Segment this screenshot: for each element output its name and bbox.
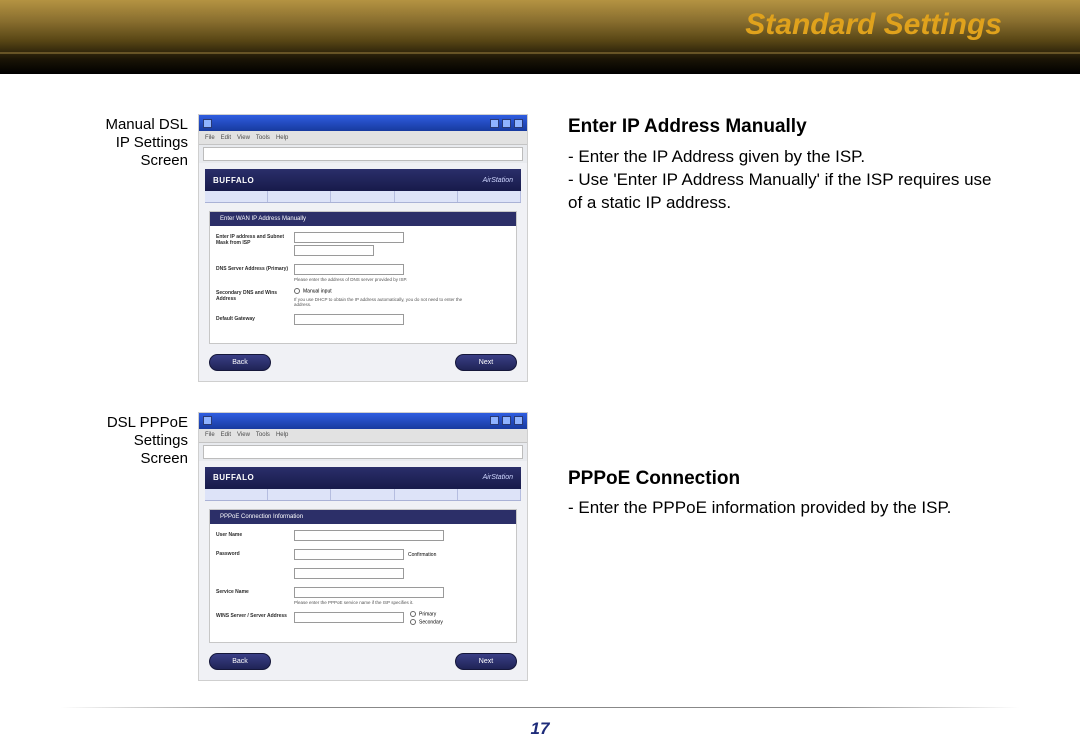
radio-icon[interactable] (410, 619, 416, 625)
brand-logo: BUFFALO (213, 176, 254, 185)
radio-icon[interactable] (410, 611, 416, 617)
back-button[interactable]: Back (209, 354, 271, 371)
page-number: 17 (531, 719, 550, 739)
content-area: Manual DSL IP Settings Screen FileEditVi… (0, 74, 1080, 703)
back-button[interactable]: Back (209, 653, 271, 670)
field-label: Password (216, 549, 294, 557)
page-title: Standard Settings (745, 8, 1002, 42)
helper-text: Please enter the PPPoE service name if t… (294, 600, 464, 605)
field-label: Enter IP address and Subnet Mask from IS… (216, 232, 294, 246)
banner-rule (0, 52, 1080, 54)
helper-text: Please enter the address of DNS server p… (294, 277, 464, 282)
pppoe-row: DSL PPPoE Settings Screen FileEditViewTo… (78, 412, 1002, 681)
caption-line: IP Settings (78, 134, 188, 152)
field-label: WINS Server / Server Address (216, 611, 294, 619)
field-label: Service Name (216, 587, 294, 595)
section-heading: Enter IP Address Manually (568, 114, 1002, 140)
radio-label: Primary (419, 611, 436, 617)
window-titlebar (199, 413, 527, 429)
radio-label: Manual input (303, 289, 332, 295)
caption-line: DSL PPPoE (78, 414, 188, 432)
device-tabs (205, 489, 521, 501)
manual-dsl-row: Manual DSL IP Settings Screen FileEditVi… (78, 114, 1002, 382)
address-bar (203, 445, 523, 459)
device-navbar: BUFFALO AirStation (205, 467, 521, 489)
field-label: Secondary DNS and Wins Address (216, 288, 294, 302)
manual-dsl-caption: Manual DSL IP Settings Screen (78, 114, 188, 382)
wins-input[interactable] (294, 612, 404, 623)
field-label: Default Gateway (216, 314, 294, 322)
username-input[interactable] (294, 530, 444, 541)
password-confirm-input[interactable] (294, 568, 404, 579)
confirmation-label: Confirmation (408, 552, 436, 558)
section-heading: PPPoE Connection (568, 466, 1002, 492)
footer-rule (60, 707, 1020, 708)
header-banner: Standard Settings (0, 0, 1080, 74)
pppoe-caption: DSL PPPoE Settings Screen (78, 412, 188, 681)
caption-line: Manual DSL (78, 116, 188, 134)
brand-logo: BUFFALO (213, 473, 254, 482)
bullet-text: - Use 'Enter IP Address Manually' if the… (568, 169, 1002, 215)
dns-input[interactable] (294, 264, 404, 275)
field-label: User Name (216, 530, 294, 538)
radio-icon[interactable] (294, 288, 300, 294)
device-tabs (205, 191, 521, 203)
helper-text: If you use DHCP to obtain the IP address… (294, 297, 464, 308)
bullet-text: - Enter the IP Address given by the ISP. (568, 146, 1002, 169)
subnet-input[interactable] (294, 245, 374, 256)
service-input[interactable] (294, 587, 444, 598)
radio-label: Secondary (419, 620, 443, 626)
next-button[interactable]: Next (455, 354, 517, 371)
page-footer: 17 (0, 703, 1080, 747)
browser-toolbar: FileEditViewToolsHelp (199, 131, 527, 145)
bullet-text: - Enter the PPPoE information provided b… (568, 497, 1002, 520)
pppoe-description: PPPoE Connection - Enter the PPPoE infor… (568, 412, 1002, 681)
gateway-input[interactable] (294, 314, 404, 325)
field-label: DNS Server Address (Primary) (216, 264, 294, 272)
panel-heading: Enter WAN IP Address Manually (210, 212, 516, 226)
manual-dsl-screenshot: FileEditViewToolsHelp BUFFALO AirStation… (198, 114, 538, 382)
panel-heading: PPPoE Connection Information (210, 510, 516, 524)
caption-line: Screen (78, 152, 188, 170)
window-titlebar (199, 115, 527, 131)
ip-input[interactable] (294, 232, 404, 243)
browser-toolbar: FileEditViewToolsHelp (199, 429, 527, 443)
pppoe-screenshot: FileEditViewToolsHelp BUFFALO AirStation… (198, 412, 538, 681)
caption-line: Settings (78, 432, 188, 450)
caption-line: Screen (78, 450, 188, 468)
next-button[interactable]: Next (455, 653, 517, 670)
password-input[interactable] (294, 549, 404, 560)
product-label: AirStation (483, 474, 513, 481)
device-navbar: BUFFALO AirStation (205, 169, 521, 191)
address-bar (203, 147, 523, 161)
product-label: AirStation (483, 177, 513, 184)
manual-dsl-description: Enter IP Address Manually - Enter the IP… (568, 114, 1002, 382)
